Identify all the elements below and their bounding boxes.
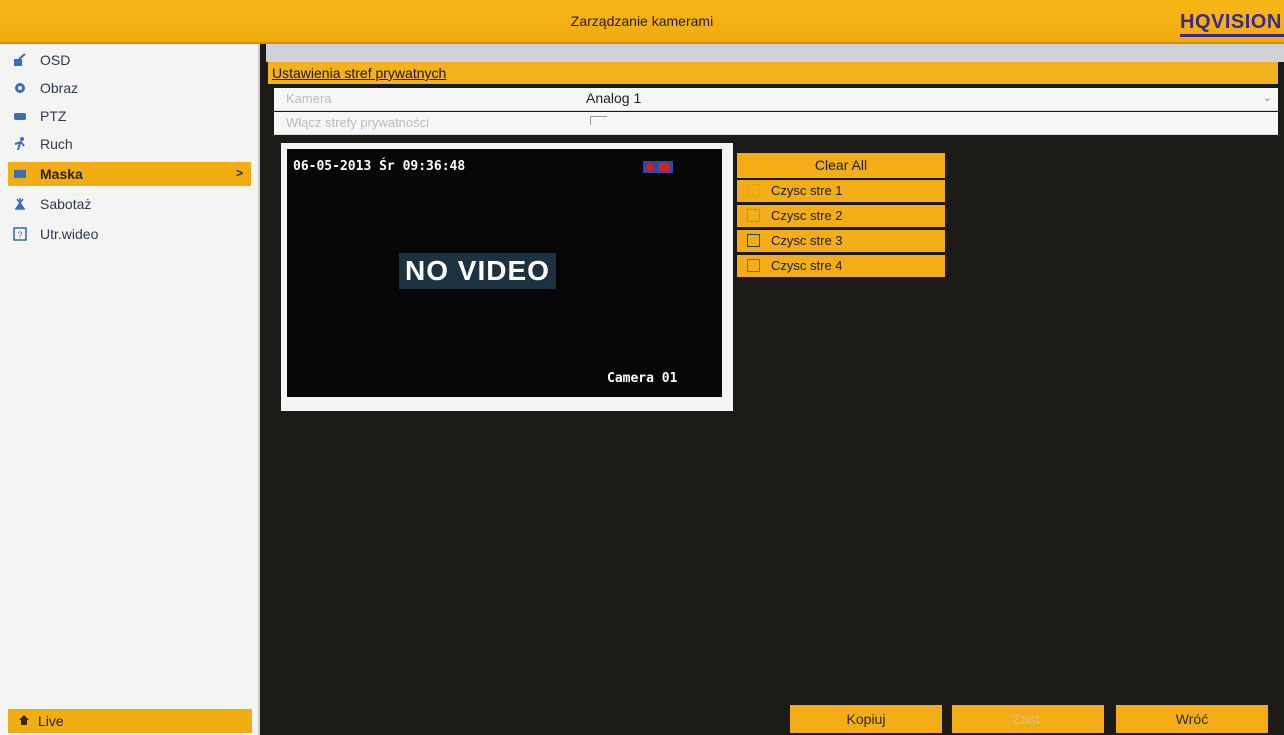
motion-icon (12, 136, 28, 152)
sidebar-item-label: Sabotaż (40, 196, 92, 212)
clear-all-button[interactable]: Clear All (737, 153, 945, 178)
area-4-color-swatch (747, 259, 760, 272)
sidebar-item-ruch[interactable]: Ruch (12, 132, 252, 156)
no-video-label: NO VIDEO (399, 253, 556, 289)
sidebar: OSD Obraz PTZ Ruch Maska > Sabotaż ? Utr… (0, 44, 260, 735)
brand-logo: HQVISION (1180, 11, 1284, 37)
section-title-text: Ustawienia stref prywatnych (272, 65, 447, 81)
sidebar-item-ptz[interactable]: PTZ (12, 104, 252, 128)
sidebar-item-obraz[interactable]: Obraz (12, 76, 252, 100)
video-loss-icon: ? (12, 226, 28, 242)
osd-timestamp: 06-05-2013 Śr 09:36:48 (293, 159, 466, 174)
logo-text: HQVISION (1180, 11, 1282, 33)
ptz-icon (12, 108, 28, 124)
title-bar: Zarządzanie kamerami HQVISION (0, 0, 1284, 44)
back-button[interactable]: Wróć (1116, 705, 1268, 733)
video-preview[interactable]: 06-05-2013 Śr 09:36:48 NO VIDEO Camera 0… (281, 143, 733, 411)
main-panel: Ustawienia stref prywatnych Kamera Analo… (266, 44, 1284, 735)
camera-row: Kamera Analog 1 ⌄ (274, 88, 1278, 111)
privacy-checkbox[interactable] (590, 116, 607, 125)
area-label: Czysc stre 4 (771, 258, 843, 273)
clear-area-1-button[interactable]: Czysc stre 1 (737, 180, 945, 202)
home-icon (18, 714, 30, 729)
clear-area-3-button[interactable]: Czysc stre 3 (737, 230, 945, 252)
privacy-row: Włącz strefy prywatności (274, 112, 1278, 135)
svg-text:?: ? (17, 230, 22, 240)
clear-area-4-button[interactable]: Czysc stre 4 (737, 255, 945, 277)
area-1-color-swatch (747, 184, 760, 197)
logo-underline (1180, 34, 1284, 37)
sidebar-item-label: Utr.wideo (40, 226, 99, 242)
sidebar-item-maska[interactable]: Maska > (8, 162, 251, 186)
camera-label: Kamera (286, 91, 332, 106)
chevron-right-icon: > (235, 166, 243, 180)
image-icon (12, 80, 28, 96)
area-label: Czysc stre 1 (771, 183, 843, 198)
chevron-down-icon[interactable]: ⌄ (1263, 91, 1272, 104)
camera-select[interactable]: Analog 1 (586, 90, 641, 106)
sidebar-item-sabotaz[interactable]: Sabotaż (12, 192, 252, 216)
sidebar-item-label: Ruch (40, 136, 73, 152)
preview-screen[interactable]: 06-05-2013 Śr 09:36:48 NO VIDEO Camera 0… (287, 149, 722, 397)
area-2-color-swatch (747, 209, 760, 222)
area-3-color-swatch (747, 234, 760, 247)
section-title: Ustawienia stref prywatnych (268, 62, 1278, 84)
apply-button[interactable]: Zast. (952, 705, 1104, 733)
sidebar-item-osd[interactable]: OSD (12, 48, 252, 72)
tamper-icon (12, 196, 28, 212)
window-title: Zarządzanie kamerami (570, 13, 714, 29)
area-label: Czysc stre 2 (771, 208, 843, 223)
sidebar-item-label: PTZ (40, 108, 67, 124)
sidebar-item-label: OSD (40, 52, 71, 68)
sidebar-item-label: Maska (40, 166, 83, 182)
top-divider (266, 44, 1284, 62)
mask-icon (12, 166, 28, 182)
sidebar-item-label: Obraz (40, 80, 79, 96)
recording-status-icon (643, 161, 673, 173)
area-label: Czysc stre 3 (771, 233, 843, 248)
privacy-label: Włącz strefy prywatności (286, 115, 430, 130)
live-button[interactable]: Live (8, 709, 252, 733)
sidebar-item-utr-wideo[interactable]: ? Utr.wideo (12, 222, 252, 246)
osd-camera-name: Camera 01 (607, 371, 678, 386)
live-label: Live (38, 713, 64, 729)
clear-area-2-button[interactable]: Czysc stre 2 (737, 205, 945, 227)
copy-button[interactable]: Kopiuj (790, 705, 942, 733)
osd-icon (12, 52, 28, 68)
